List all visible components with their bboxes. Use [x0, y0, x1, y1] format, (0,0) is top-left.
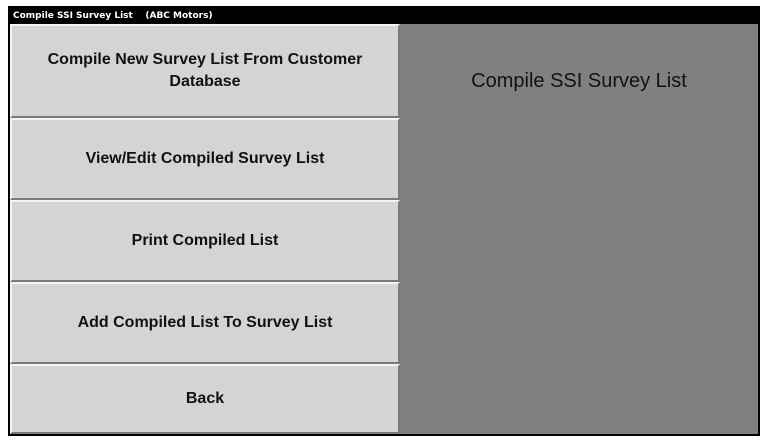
add-compiled-list-label: Add Compiled List To Survey List: [77, 314, 333, 331]
panel-heading: Compile SSI Survey List: [471, 70, 687, 92]
compile-new-survey-list-label: Compile New Survey List From Customer Da…: [47, 51, 363, 90]
view-edit-compiled-list-label: View/Edit Compiled Survey List: [85, 150, 325, 167]
back-label: Back: [185, 390, 225, 407]
print-compiled-list-label: Print Compiled List: [131, 232, 279, 249]
view-edit-compiled-list-button[interactable]: View/Edit Compiled Survey List: [10, 118, 400, 200]
info-panel: Compile SSI Survey List: [400, 24, 758, 434]
compile-new-survey-list-button[interactable]: Compile New Survey List From Customer Da…: [10, 24, 400, 118]
menu-button-column: Compile New Survey List From Customer Da…: [10, 24, 400, 434]
back-button[interactable]: Back: [10, 364, 400, 434]
add-compiled-list-to-survey-list-button[interactable]: Add Compiled List To Survey List: [10, 282, 400, 364]
app-window: Compile SSI Survey List (ABC Motors) Com…: [8, 6, 760, 436]
window-title-bar: Compile SSI Survey List (ABC Motors): [10, 8, 758, 24]
print-compiled-list-button[interactable]: Print Compiled List: [10, 200, 400, 282]
